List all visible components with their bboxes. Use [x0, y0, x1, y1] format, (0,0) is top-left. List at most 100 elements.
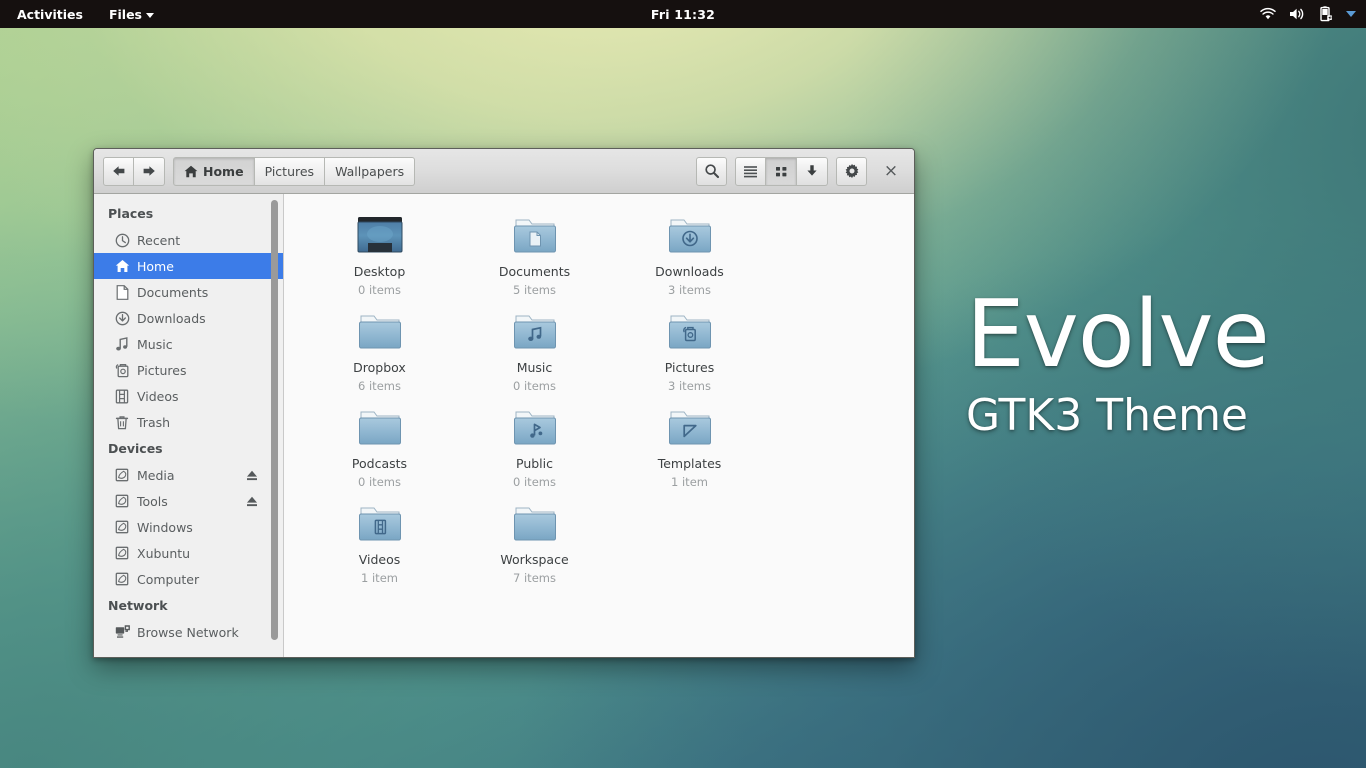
drive-icon [114, 519, 130, 535]
file-name: Desktop [353, 264, 406, 279]
drive-icon [114, 467, 130, 483]
clock[interactable]: Fri 11:32 [0, 0, 1366, 28]
file-manager-window: Home Pictures Wallpapers × Places Recent… [93, 148, 915, 658]
watermark-subtitle: GTK3 Theme [966, 389, 1249, 441]
file-name: Podcasts [351, 456, 408, 471]
folder-pictures-icon [664, 304, 716, 354]
volume-icon[interactable] [1289, 7, 1306, 21]
document-icon [114, 284, 130, 300]
activities-label: Activities [17, 6, 83, 22]
file-item-templates[interactable]: Templates 1 item [612, 398, 767, 494]
watermark-title: Evolve [966, 280, 1270, 388]
chevron-down-icon [146, 12, 154, 18]
titlebar-actions: × [696, 156, 905, 186]
sidebar-item-windows[interactable]: Windows [94, 514, 283, 540]
eject-icon[interactable] [245, 469, 259, 482]
file-name: Music [516, 360, 553, 375]
list-view-button[interactable] [735, 156, 766, 186]
sidebar-item-label: Media [137, 467, 175, 483]
sidebar-item-xubuntu[interactable]: Xubuntu [94, 540, 283, 566]
folder-icon [509, 496, 561, 546]
file-name: Videos [358, 552, 401, 567]
sidebar-item-label: Music [137, 336, 173, 352]
sidebar-item-home[interactable]: Home [94, 253, 283, 279]
sidebar-scrollbar[interactable] [271, 200, 278, 640]
window-body: Places Recent Home Documents Downloads M… [94, 194, 914, 657]
file-item-workspace[interactable]: Workspace 7 items [457, 494, 612, 590]
settings-button[interactable] [836, 156, 867, 186]
file-item-public[interactable]: Public 0 items [457, 398, 612, 494]
sidebar-item-documents[interactable]: Documents [94, 279, 283, 305]
app-menu-label: Files [108, 6, 142, 22]
search-button[interactable] [696, 156, 727, 186]
sidebar-item-music[interactable]: Music [94, 331, 283, 357]
home-icon [184, 165, 198, 178]
folder-downloads-icon [664, 208, 716, 258]
breadcrumb-label: Pictures [264, 163, 315, 179]
sidebar-item-tools[interactable]: Tools [94, 488, 283, 514]
folder-videos-icon [354, 496, 406, 546]
sidebar-item-label: Computer [137, 571, 200, 587]
wifi-icon[interactable] [1260, 7, 1276, 21]
file-item-downloads[interactable]: Downloads 3 items [612, 206, 767, 302]
battery-icon[interactable] [1319, 6, 1333, 22]
file-item-pictures[interactable]: Pictures 3 items [612, 302, 767, 398]
sidebar-item-computer[interactable]: Computer [94, 566, 283, 592]
sidebar-item-media[interactable]: Media [94, 462, 283, 488]
file-count: 5 items [513, 283, 556, 297]
file-item-dropbox[interactable]: Dropbox 6 items [302, 302, 457, 398]
sidebar-item-browse-network[interactable]: Browse Network [94, 619, 283, 645]
file-name: Dropbox [353, 360, 406, 375]
file-item-music[interactable]: Music 0 items [457, 302, 612, 398]
file-count: 6 items [358, 379, 401, 393]
close-icon: × [883, 161, 899, 181]
sidebar-item-label: Tools [137, 493, 168, 509]
file-count: 7 items [513, 571, 556, 585]
app-menu-files[interactable]: Files [106, 5, 157, 24]
file-grid-area[interactable]: Desktop 0 items Documents 5 items Downlo… [284, 194, 914, 657]
sidebar-item-trash[interactable]: Trash [94, 409, 283, 435]
breadcrumb-item-home[interactable]: Home [173, 156, 255, 186]
sidebar-item-label: Recent [137, 232, 181, 248]
sidebar-item-label: Downloads [137, 310, 206, 326]
breadcrumb-item-pictures[interactable]: Pictures [254, 156, 326, 186]
file-name: Workspace [500, 552, 569, 567]
file-count: 0 items [358, 475, 401, 489]
file-count: 3 items [668, 379, 711, 393]
forward-button[interactable] [134, 156, 165, 186]
sidebar-item-label: Pictures [137, 362, 187, 378]
sidebar-section-places: Places [108, 206, 154, 221]
sidebar-item-label: Xubuntu [137, 545, 191, 561]
recent-icon [114, 232, 130, 248]
sidebar-item-downloads[interactable]: Downloads [94, 305, 283, 331]
breadcrumb-item-wallpapers[interactable]: Wallpapers [325, 156, 416, 186]
back-button[interactable] [103, 156, 134, 186]
sidebar-item-label: Documents [137, 284, 209, 300]
download-icon [114, 310, 130, 326]
file-item-videos[interactable]: Videos 1 item [302, 494, 457, 590]
folder-documents-icon [509, 208, 561, 258]
file-name: Public [516, 456, 553, 471]
file-item-desktop[interactable]: Desktop 0 items [302, 206, 457, 302]
system-menu-chevron-icon[interactable] [1346, 11, 1356, 17]
downloads-button[interactable] [797, 156, 828, 186]
folder-music-icon [509, 304, 561, 354]
sidebar-item-pictures[interactable]: Pictures [94, 357, 283, 383]
drive-icon [114, 493, 130, 509]
pictures-icon [114, 362, 130, 378]
file-name: Templates [657, 456, 722, 471]
sidebar-item-videos[interactable]: Videos [94, 383, 283, 409]
file-item-podcasts[interactable]: Podcasts 0 items [302, 398, 457, 494]
close-button[interactable]: × [877, 157, 905, 186]
file-item-documents[interactable]: Documents 5 items [457, 206, 612, 302]
sidebar-item-recent[interactable]: Recent [94, 227, 283, 253]
breadcrumb: Home Pictures Wallpapers [173, 156, 416, 186]
navigation-buttons [103, 156, 165, 186]
grid-view-button[interactable] [766, 156, 797, 186]
top-bar: Activities Files Fri 11:32 [0, 0, 1366, 28]
eject-icon[interactable] [245, 495, 259, 508]
activities-button[interactable]: Activities [14, 5, 86, 24]
sidebar-item-label: Trash [137, 414, 171, 430]
trash-icon [114, 414, 130, 430]
sidebar-item-label: Home [137, 258, 174, 274]
